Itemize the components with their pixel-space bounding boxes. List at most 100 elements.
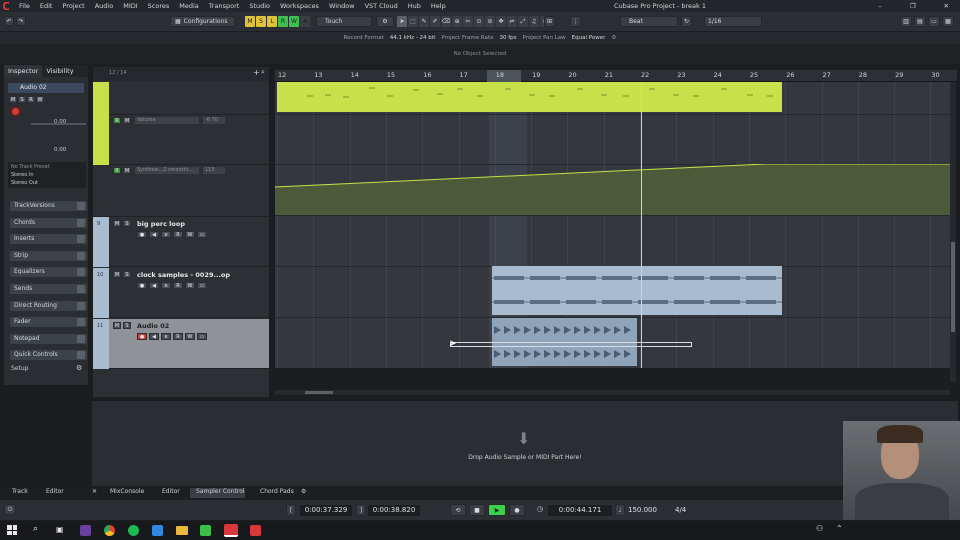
menu-item[interactable]: File bbox=[14, 0, 35, 12]
menu-item[interactable]: Scores bbox=[143, 0, 175, 12]
line-tool-icon[interactable]: ⤢ bbox=[518, 16, 528, 27]
spotify-icon[interactable] bbox=[128, 525, 139, 536]
record-icon[interactable]: ● bbox=[509, 504, 525, 516]
inspector-section-trackversions[interactable]: TrackVersions bbox=[9, 200, 88, 212]
mode-button[interactable]: L bbox=[267, 16, 277, 27]
more-button[interactable]: ▭ bbox=[197, 282, 207, 289]
inspector-section-equalizers[interactable]: Equalizers bbox=[9, 266, 88, 279]
menu-item[interactable]: Help bbox=[426, 0, 451, 12]
mode-button[interactable]: W bbox=[289, 16, 299, 27]
midi-part[interactable] bbox=[277, 82, 782, 112]
track-name[interactable]: clock samples - 0029...op bbox=[137, 271, 230, 279]
inspector-section-direct-routing[interactable]: Direct Routing bbox=[9, 299, 88, 312]
object-selection-icon[interactable]: ➤ bbox=[397, 16, 407, 27]
read-button[interactable]: R bbox=[173, 231, 183, 238]
tab-mixconsole[interactable]: MixConsole bbox=[110, 488, 144, 495]
range-selection-outline[interactable] bbox=[450, 342, 692, 347]
configurations-dropdown[interactable]: ▦ Configurations bbox=[170, 16, 235, 27]
inspector-section-chords[interactable]: Chords bbox=[9, 216, 88, 229]
track-solo-button[interactable]: S bbox=[123, 271, 131, 278]
stop-icon[interactable]: ■ bbox=[469, 504, 485, 516]
track-mute-button[interactable]: M bbox=[113, 322, 121, 329]
close-lower-zone-icon[interactable]: ✕ bbox=[92, 488, 97, 495]
record-arm-button[interactable]: ● bbox=[137, 282, 147, 289]
layout-left-icon[interactable]: ▥ bbox=[900, 16, 912, 27]
audio-event-clock-samples[interactable] bbox=[492, 266, 782, 315]
comp-icon[interactable]: ✥ bbox=[496, 16, 506, 27]
record-enable-button[interactable] bbox=[10, 106, 21, 117]
section-toggle-icon[interactable] bbox=[77, 202, 85, 210]
audio-track-row[interactable]: 10 M Sclock samples - 0029...op ● ◀ e R W ▭ bbox=[93, 268, 269, 318]
erase-icon[interactable]: ⌫ bbox=[441, 16, 451, 27]
automation2-mute-button[interactable]: M bbox=[123, 167, 131, 174]
quantize-dropdown[interactable]: 1/16 bbox=[704, 16, 762, 27]
automation-param-value[interactable]: 113 bbox=[203, 167, 225, 174]
settings-gear-icon[interactable]: ⚙ bbox=[608, 32, 619, 44]
tray-chevron-icon[interactable]: ⌃ bbox=[836, 524, 843, 533]
layout-mixer-icon[interactable]: ▦ bbox=[942, 16, 954, 27]
section-toggle-icon[interactable] bbox=[77, 318, 85, 327]
inspector-section-inserts[interactable]: Inserts bbox=[9, 233, 88, 246]
timeline-ruler[interactable]: 12 13 14 15 16 17 18 19 20 21 22 23 24 25 26 27 28 29 30 bbox=[275, 70, 957, 82]
track-name[interactable]: big perc loop bbox=[137, 220, 185, 228]
read-button[interactable]: R bbox=[173, 333, 183, 340]
audio-track-row[interactable]: 9 M Sbig perc loop ● ◀ e R W ▭ bbox=[93, 217, 269, 267]
time-display-icon[interactable]: ◷ bbox=[537, 505, 543, 513]
inspector-section-sends[interactable]: Sends bbox=[9, 283, 88, 295]
monitor-button[interactable]: ◀ bbox=[149, 333, 159, 340]
automation-volume-value[interactable]: -6.70 bbox=[203, 117, 225, 124]
quantize-icon[interactable]: ↻ bbox=[681, 16, 692, 27]
app-icon-blue[interactable] bbox=[152, 525, 163, 536]
inspector-track-name[interactable]: Audio 02 bbox=[8, 83, 84, 93]
edit-channel-button[interactable]: e bbox=[161, 231, 171, 238]
left-locator-display[interactable]: 0:00:37.329 bbox=[300, 505, 352, 516]
track-preset[interactable]: No Track Preset bbox=[11, 163, 83, 171]
inspector-section-quick-controls[interactable]: Quick Controls bbox=[9, 349, 88, 362]
redo-icon[interactable]: ↷ bbox=[16, 16, 26, 26]
section-toggle-icon[interactable] bbox=[77, 301, 85, 310]
signature-display[interactable]: 4/4 bbox=[675, 505, 691, 516]
automation-mode-dropdown[interactable]: Touch bbox=[316, 16, 372, 27]
menu-item[interactable]: Media bbox=[174, 0, 204, 12]
lower-zone-settings-icon[interactable]: ⚙ bbox=[301, 488, 306, 495]
pan-law-value[interactable]: Equal Power bbox=[569, 32, 609, 44]
section-toggle-icon[interactable] bbox=[77, 334, 85, 343]
section-toggle-icon[interactable] bbox=[77, 251, 85, 260]
inspector-solo-button[interactable]: S bbox=[18, 96, 26, 103]
menu-item[interactable]: Transport bbox=[204, 0, 245, 12]
menu-item[interactable]: Edit bbox=[35, 0, 58, 12]
draw-icon[interactable]: ✐ bbox=[430, 16, 440, 27]
mode-button[interactable]: M bbox=[245, 16, 255, 27]
app-icon-purple[interactable] bbox=[80, 525, 91, 536]
automation-curve[interactable] bbox=[275, 164, 950, 216]
people-icon[interactable]: ⚇ bbox=[816, 524, 823, 533]
track-solo-button[interactable]: S bbox=[123, 220, 131, 227]
menu-item[interactable]: VST Cloud bbox=[360, 0, 403, 12]
constrain-delay-icon[interactable]: ⚙ bbox=[376, 16, 394, 27]
menu-item[interactable]: Studio bbox=[244, 0, 275, 12]
automation2-read-button[interactable]: R bbox=[113, 167, 121, 174]
file-explorer-icon[interactable] bbox=[176, 526, 188, 535]
mute-tool-icon[interactable]: ⊘ bbox=[485, 16, 495, 27]
layout-bottom-icon[interactable]: ▭ bbox=[928, 16, 940, 27]
cycle-icon[interactable]: ⟲ bbox=[450, 504, 466, 516]
grid-type-dropdown[interactable]: Beat bbox=[620, 16, 678, 27]
position-display[interactable]: 0:00:44.171 bbox=[548, 505, 612, 516]
right-locator-display[interactable]: 0:00:38.820 bbox=[368, 505, 420, 516]
restore-icon[interactable]: ❐ bbox=[905, 0, 921, 12]
right-locator-icon[interactable]: ] bbox=[356, 504, 366, 516]
range-selection-icon[interactable]: ⬚ bbox=[408, 16, 418, 27]
close-window-icon[interactable]: ✕ bbox=[939, 0, 954, 12]
automation-lane-param[interactable]: R M Synthesi...2 smoothi... 113 bbox=[93, 165, 269, 217]
record-arm-button[interactable]: ● bbox=[137, 231, 147, 238]
cubase-taskbar-icon[interactable] bbox=[224, 524, 238, 537]
search-icon[interactable]: ⌕ bbox=[261, 68, 265, 77]
automation-param-name[interactable]: Synthesi...2 smoothi... bbox=[135, 167, 199, 174]
inspector-write-button[interactable]: W bbox=[36, 96, 44, 103]
drop-zone-hint[interactable]: Drop Audio Sample or MIDI Part Here! bbox=[92, 454, 958, 461]
tab-editor[interactable]: Editor bbox=[162, 488, 180, 495]
mode-button[interactable]: S bbox=[256, 16, 266, 27]
menu-item[interactable]: Window bbox=[324, 0, 360, 12]
task-view-icon[interactable]: ▣ bbox=[56, 525, 64, 534]
minimize-icon[interactable]: – bbox=[873, 0, 886, 12]
